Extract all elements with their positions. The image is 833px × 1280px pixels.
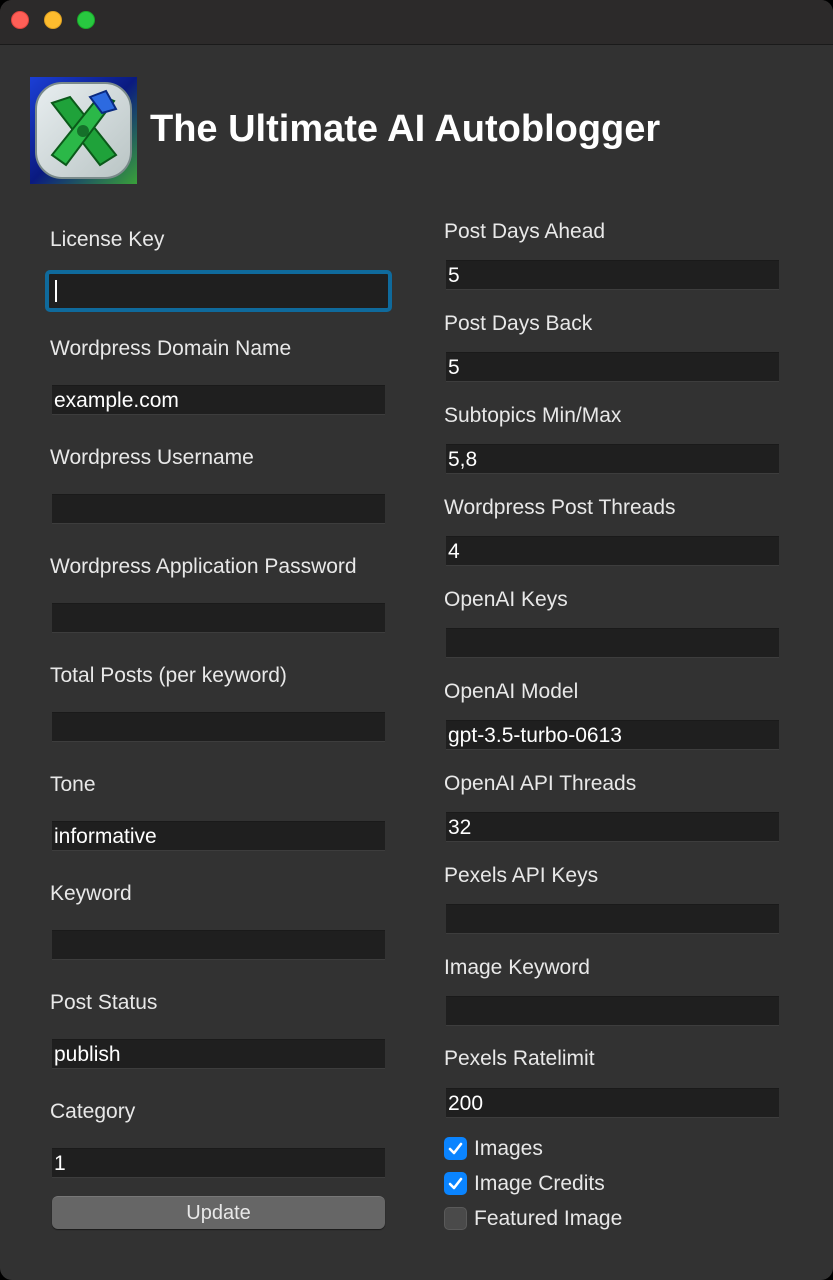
domain-input[interactable]: example.com (52, 385, 385, 415)
text-caret (55, 280, 57, 302)
keyword-input[interactable] (52, 930, 385, 960)
days-ahead-input[interactable]: 5 (446, 260, 779, 290)
domain-label: Wordpress Domain Name (50, 337, 292, 360)
openai-keys-label: OpenAI Keys (444, 588, 568, 611)
post-status-label: Post Status (50, 991, 158, 1014)
username-label: Wordpress Username (50, 446, 254, 469)
close-window-button[interactable] (11, 11, 29, 29)
checkmark-icon (448, 1142, 463, 1155)
username-input[interactable] (52, 494, 385, 524)
pexels-ratelimit-label: Pexels Ratelimit (444, 1047, 595, 1070)
app-password-input[interactable] (52, 603, 385, 633)
category-label: Category (50, 1100, 136, 1123)
featured-image-checkbox-label: Featured Image (474, 1207, 623, 1230)
tone-input[interactable]: informative (52, 821, 385, 851)
total-posts-input[interactable] (52, 712, 385, 742)
minimize-window-button[interactable] (44, 11, 62, 29)
update-button[interactable]: Update (52, 1196, 385, 1229)
app-password-label: Wordpress Application Password (50, 555, 357, 578)
subtopics-label: Subtopics Min/Max (444, 404, 622, 427)
post-threads-label: Wordpress Post Threads (444, 496, 676, 519)
images-checkbox-label: Images (474, 1137, 543, 1160)
pexels-ratelimit-input[interactable]: 200 (446, 1088, 779, 1118)
post-threads-input[interactable]: 4 (446, 536, 779, 566)
license-key-input[interactable] (45, 270, 392, 312)
checkmark-icon (448, 1177, 463, 1190)
image-credits-checkbox[interactable] (444, 1172, 467, 1195)
tone-label: Tone (50, 773, 96, 796)
featured-image-checkbox[interactable] (444, 1207, 467, 1230)
image-keyword-input[interactable] (446, 996, 779, 1026)
openai-keys-input[interactable] (446, 628, 779, 658)
pexels-keys-label: Pexels API Keys (444, 864, 599, 887)
post-status-input[interactable]: publish (52, 1039, 385, 1069)
title-bar (0, 0, 833, 45)
api-threads-input[interactable]: 32 (446, 812, 779, 842)
license-key-label: License Key (50, 228, 165, 251)
days-ahead-label: Post Days Ahead (444, 220, 606, 243)
category-input[interactable]: 1 (52, 1148, 385, 1178)
days-back-label: Post Days Back (444, 312, 593, 335)
image-keyword-label: Image Keyword (444, 956, 590, 979)
app-logo-icon (30, 77, 137, 184)
app-window: The Ultimate AI Autoblogger License Key … (0, 0, 833, 1280)
zoom-window-button[interactable] (77, 11, 95, 29)
pexels-keys-input[interactable] (446, 904, 779, 934)
app-title: The Ultimate AI Autoblogger (150, 108, 661, 150)
keyword-label: Keyword (50, 882, 132, 905)
images-checkbox[interactable] (444, 1137, 467, 1160)
openai-model-label: OpenAI Model (444, 680, 579, 703)
image-credits-checkbox-label: Image Credits (474, 1172, 605, 1195)
subtopics-input[interactable]: 5,8 (446, 444, 779, 474)
days-back-input[interactable]: 5 (446, 352, 779, 382)
api-threads-label: OpenAI API Threads (444, 772, 637, 795)
total-posts-label: Total Posts (per keyword) (50, 664, 287, 687)
openai-model-input[interactable]: gpt-3.5-turbo-0613 (446, 720, 779, 750)
